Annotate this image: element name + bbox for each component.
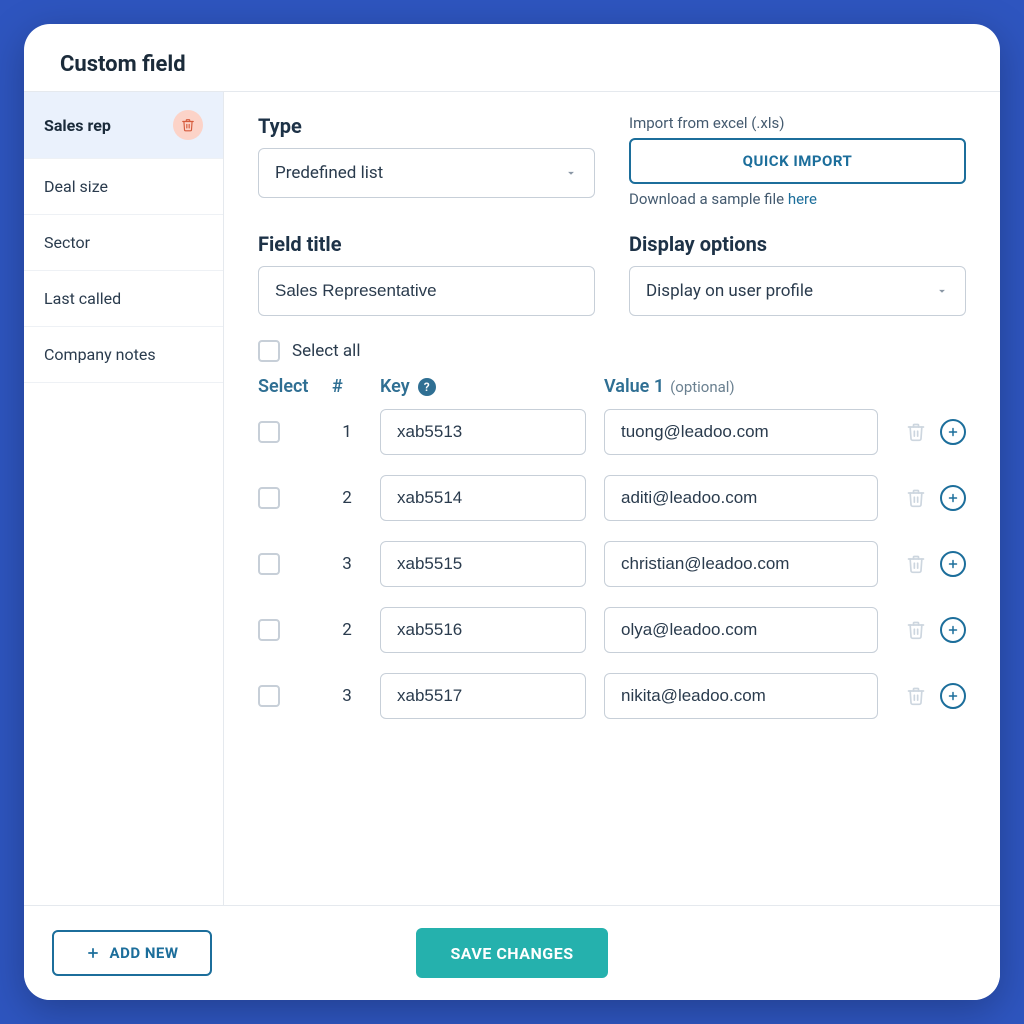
value-input[interactable] xyxy=(604,409,878,455)
trash-icon xyxy=(906,620,926,640)
panel-body: Sales rep Deal size Sector Last called C… xyxy=(24,91,1000,905)
sidebar-item-last-called[interactable]: Last called xyxy=(24,271,223,327)
sidebar-item-label: Sales rep xyxy=(44,116,111,135)
row-number: 3 xyxy=(332,686,362,706)
sidebar-item-company-notes[interactable]: Company notes xyxy=(24,327,223,383)
sidebar-item-deal-size[interactable]: Deal size xyxy=(24,159,223,215)
key-input[interactable] xyxy=(380,607,586,653)
row-delete-button[interactable] xyxy=(906,620,926,640)
row-checkbox[interactable] xyxy=(258,685,280,707)
row-checkbox[interactable] xyxy=(258,421,280,443)
table-row: 1 xyxy=(258,409,966,455)
row-delete-button[interactable] xyxy=(906,686,926,706)
help-icon[interactable]: ? xyxy=(418,378,436,396)
sample-file-text: Download a sample file here xyxy=(629,190,966,208)
row-number: 1 xyxy=(332,422,362,442)
row-number: 2 xyxy=(332,488,362,508)
custom-field-panel: Custom field Sales rep Deal size Sector … xyxy=(24,24,1000,1000)
table-row: 3 xyxy=(258,541,966,587)
key-input[interactable] xyxy=(380,409,586,455)
caret-down-icon xyxy=(564,166,578,180)
table-row: 2 xyxy=(258,475,966,521)
row-checkbox[interactable] xyxy=(258,619,280,641)
row-number: 3 xyxy=(332,554,362,574)
row-add-button[interactable] xyxy=(940,419,966,445)
type-label: Type xyxy=(258,114,595,138)
field-title-input-el[interactable] xyxy=(275,281,578,301)
quick-import-label: QUICK IMPORT xyxy=(743,152,853,170)
row-add-button[interactable] xyxy=(940,551,966,577)
sidebar-item-sector[interactable]: Sector xyxy=(24,215,223,271)
key-input[interactable] xyxy=(380,541,586,587)
quick-import-button[interactable]: QUICK IMPORT xyxy=(629,138,966,184)
row-add-button[interactable] xyxy=(940,485,966,511)
sidebar-item-label: Company notes xyxy=(44,345,156,364)
type-select[interactable]: Predefined list xyxy=(258,148,595,198)
plus-icon xyxy=(947,690,959,702)
row-delete-button[interactable] xyxy=(906,554,926,574)
key-input[interactable] xyxy=(380,475,586,521)
save-changes-label: SAVE CHANGES xyxy=(450,944,573,963)
sample-file-link[interactable]: here xyxy=(788,190,817,208)
key-input[interactable] xyxy=(380,673,586,719)
trash-icon xyxy=(906,488,926,508)
display-options-value: Display on user profile xyxy=(646,281,813,301)
value-input[interactable] xyxy=(604,541,878,587)
value-input[interactable] xyxy=(604,475,878,521)
table-row: 3 xyxy=(258,673,966,719)
plus-icon xyxy=(86,946,100,960)
th-number: # xyxy=(332,376,362,397)
sidebar-item-label: Deal size xyxy=(44,177,108,196)
plus-icon xyxy=(947,558,959,570)
row-checkbox[interactable] xyxy=(258,487,280,509)
table-header: Select # Key ? Value 1 (optional) xyxy=(258,376,966,397)
select-all-label: Select all xyxy=(292,341,360,361)
value-input[interactable] xyxy=(604,673,878,719)
caret-down-icon xyxy=(935,284,949,298)
plus-icon xyxy=(947,426,959,438)
page-title: Custom field xyxy=(24,24,1000,91)
th-select: Select xyxy=(258,376,314,397)
plus-icon xyxy=(947,624,959,636)
delete-field-button[interactable] xyxy=(173,110,203,140)
row-number: 2 xyxy=(332,620,362,640)
trash-icon xyxy=(906,554,926,574)
row-add-button[interactable] xyxy=(940,617,966,643)
sidebar: Sales rep Deal size Sector Last called C… xyxy=(24,92,224,905)
row-add-button[interactable] xyxy=(940,683,966,709)
th-key: Key ? xyxy=(380,376,586,397)
sidebar-item-sales-rep[interactable]: Sales rep xyxy=(24,92,223,159)
field-title-label: Field title xyxy=(258,232,595,256)
table-row: 2 xyxy=(258,607,966,653)
trash-icon xyxy=(906,422,926,442)
th-value: Value 1 (optional) xyxy=(604,376,878,397)
save-changes-button[interactable]: SAVE CHANGES xyxy=(416,928,607,978)
field-title-input[interactable] xyxy=(258,266,595,316)
trash-icon xyxy=(181,118,195,132)
import-label: Import from excel (.xls) xyxy=(629,114,966,132)
display-options-label: Display options xyxy=(629,232,966,256)
display-options-select[interactable]: Display on user profile xyxy=(629,266,966,316)
sidebar-item-label: Last called xyxy=(44,289,121,308)
content-area: Type Predefined list Import from excel (… xyxy=(224,92,1000,905)
table-rows: 1 2 3 xyxy=(258,409,966,719)
row-checkbox[interactable] xyxy=(258,553,280,575)
add-new-label: ADD NEW xyxy=(110,944,179,962)
trash-icon xyxy=(906,686,926,706)
value-input[interactable] xyxy=(604,607,878,653)
sidebar-item-label: Sector xyxy=(44,233,90,252)
footer: ADD NEW SAVE CHANGES xyxy=(24,905,1000,1000)
add-new-button[interactable]: ADD NEW xyxy=(52,930,212,976)
row-delete-button[interactable] xyxy=(906,422,926,442)
plus-icon xyxy=(947,492,959,504)
row-delete-button[interactable] xyxy=(906,488,926,508)
select-all-checkbox[interactable] xyxy=(258,340,280,362)
type-select-value: Predefined list xyxy=(275,163,383,183)
